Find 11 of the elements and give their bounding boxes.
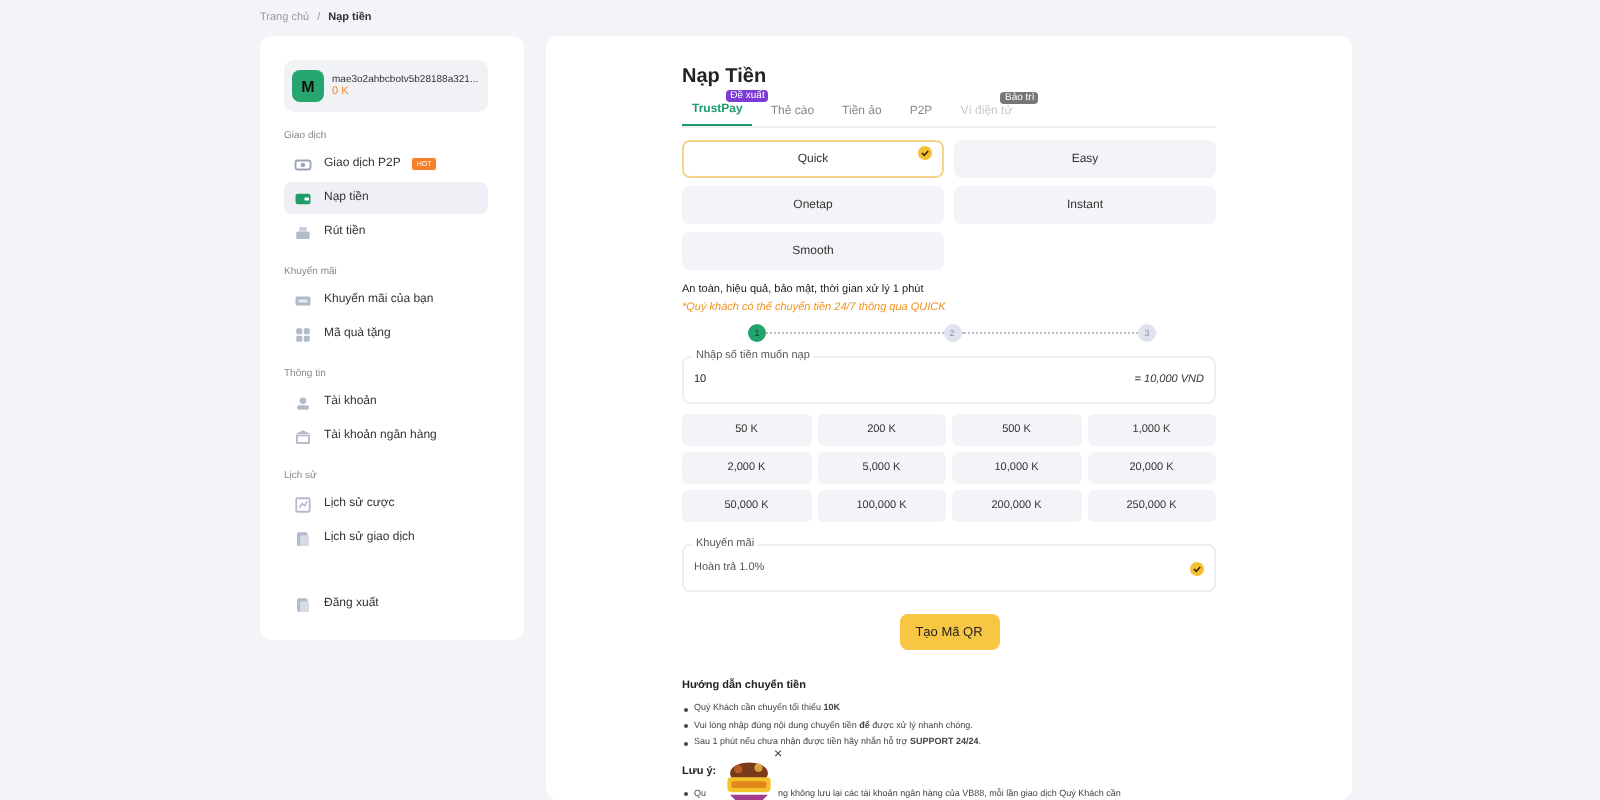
avatar: M <box>292 70 324 102</box>
card-icon <box>294 291 312 309</box>
check-icon <box>918 146 932 160</box>
chart-icon <box>294 495 312 513</box>
document-icon <box>294 529 312 547</box>
bank-icon <box>294 427 312 445</box>
user-icon <box>294 393 312 411</box>
grid-icon <box>294 325 312 343</box>
wallet-icon <box>294 189 312 207</box>
page-title: Nạp Tiền <box>682 66 769 90</box>
document-icon <box>294 595 312 613</box>
